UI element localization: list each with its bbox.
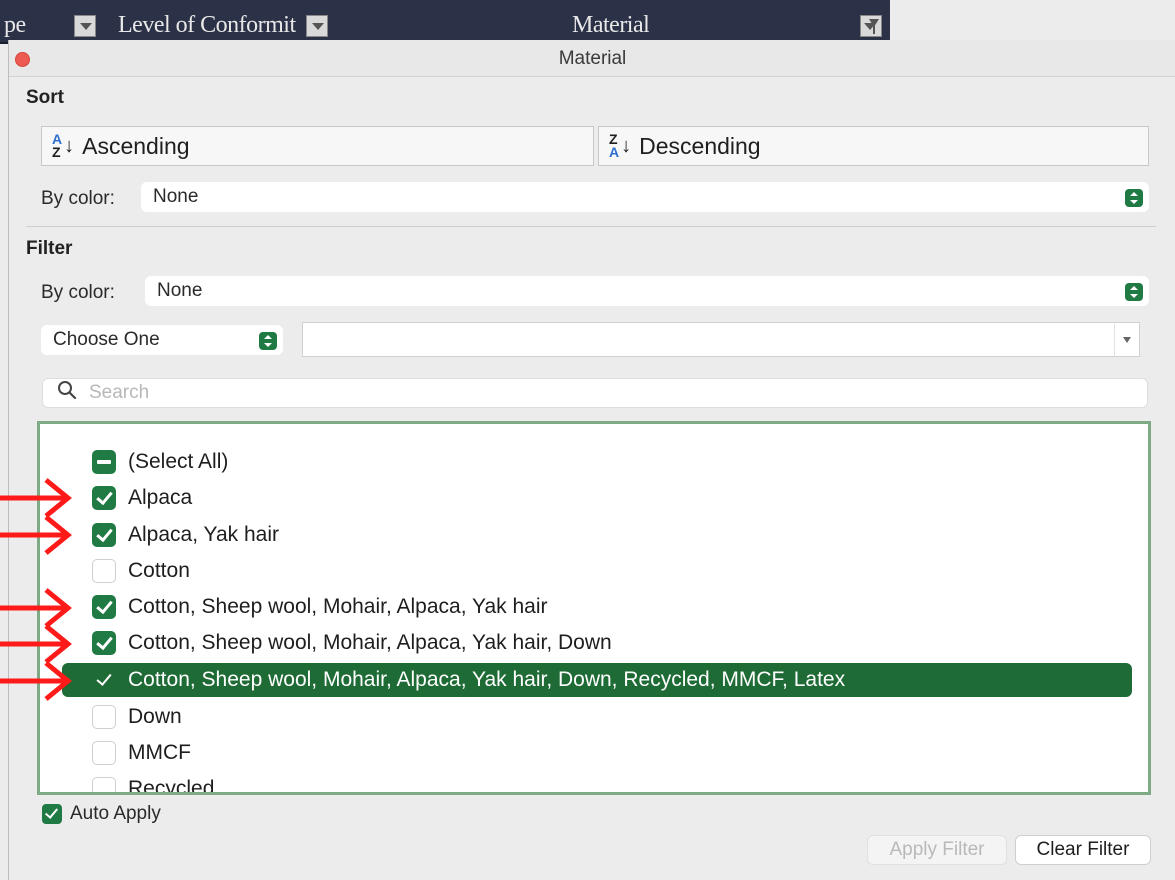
checkbox-checked[interactable] <box>42 804 62 824</box>
list-item-label: Alpaca <box>128 486 193 509</box>
search-icon <box>57 380 77 406</box>
list-item-selected[interactable]: Cotton, Sheep wool, Mohair, Alpaca, Yak … <box>62 663 1132 697</box>
checkbox-checked[interactable] <box>92 486 116 510</box>
list-item-label: Cotton <box>128 559 190 582</box>
sort-by-color-value: None <box>153 186 199 207</box>
spreadsheet-header-row: pe Level of Conformit Material <box>0 0 890 44</box>
annotation-arrow-icon <box>0 588 72 628</box>
list-item-label: Recycled <box>128 777 215 795</box>
auto-apply-toggle[interactable]: Auto Apply <box>42 803 161 825</box>
checkbox-checked[interactable] <box>92 595 116 619</box>
chevron-down-icon[interactable] <box>1114 322 1140 357</box>
select-stepper-icon <box>1125 189 1143 207</box>
popover-title: Material <box>558 48 627 69</box>
list-item[interactable]: Alpaca <box>62 481 192 515</box>
filter-by-color-value: None <box>157 280 203 301</box>
sort-descending-label: Descending <box>639 132 761 159</box>
column-filter-dropdown-button[interactable] <box>74 15 96 37</box>
annotation-arrow-icon <box>0 624 72 664</box>
filter-values-list[interactable]: (Select All) Alpaca Alpaca, Yak hair Cot… <box>37 421 1151 795</box>
search-input[interactable]: Search <box>42 378 1148 408</box>
checkbox-checked[interactable] <box>92 668 116 692</box>
funnel-icon <box>869 19 879 34</box>
list-item-label: Cotton, Sheep wool, Mohair, Alpaca, Yak … <box>128 595 548 618</box>
sort-by-color-select[interactable]: None <box>141 182 1149 212</box>
list-item[interactable]: Alpaca, Yak hair <box>62 518 279 552</box>
list-item-label: Alpaca, Yak hair <box>128 523 279 546</box>
annotation-arrow-icon <box>0 515 72 555</box>
list-item-label: Cotton, Sheep wool, Mohair, Alpaca, Yak … <box>128 668 846 691</box>
list-item[interactable]: Recycled <box>62 772 215 795</box>
sort-ascending-button[interactable]: A Z ↓ Ascending <box>41 126 594 166</box>
list-item-label: MMCF <box>128 741 191 764</box>
checkbox-checked[interactable] <box>92 631 116 655</box>
select-stepper-icon <box>1125 283 1143 301</box>
sort-descending-button[interactable]: Z A ↓ Descending <box>598 126 1149 166</box>
filter-condition-value: Choose One <box>53 329 160 350</box>
checkbox-unchecked[interactable] <box>92 741 116 765</box>
checkbox-unchecked[interactable] <box>92 777 116 792</box>
sort-z-to-a-icon: Z A ↓ <box>609 131 632 160</box>
clear-filter-button[interactable]: Clear Filter <box>1015 835 1151 865</box>
list-item-select-all[interactable]: (Select All) <box>62 445 228 479</box>
checkbox-checked[interactable] <box>92 523 116 547</box>
filter-section-label: Filter <box>26 238 73 259</box>
conformity-filter-dropdown-button[interactable] <box>306 15 328 37</box>
search-placeholder: Search <box>89 382 150 403</box>
filter-by-color-label: By color: <box>41 282 115 303</box>
checkbox-mixed[interactable] <box>92 450 116 474</box>
apply-filter-button[interactable]: Apply Filter <box>867 835 1007 865</box>
list-item[interactable]: Cotton <box>62 554 190 588</box>
list-item-label: (Select All) <box>128 450 229 473</box>
sort-ascending-label: Ascending <box>82 132 190 159</box>
annotation-arrow-icon <box>0 661 72 701</box>
list-item[interactable]: MMCF <box>62 736 191 770</box>
filter-by-color-select[interactable]: None <box>145 276 1149 306</box>
sort-section-label: Sort <box>26 87 64 108</box>
filter-condition-select[interactable]: Choose One <box>41 325 283 355</box>
popover-titlebar: Material <box>9 40 1175 77</box>
select-stepper-icon <box>259 332 277 350</box>
column-header-partial: pe <box>4 12 26 38</box>
list-item-label: Cotton, Sheep wool, Mohair, Alpaca, Yak … <box>128 631 612 654</box>
auto-apply-label: Auto Apply <box>70 803 161 824</box>
list-item[interactable]: Cotton, Sheep wool, Mohair, Alpaca, Yak … <box>62 626 612 660</box>
material-filter-active-button[interactable] <box>860 15 882 37</box>
checkbox-unchecked[interactable] <box>92 705 116 729</box>
list-item[interactable]: Cotton, Sheep wool, Mohair, Alpaca, Yak … <box>62 590 547 624</box>
list-item-label: Down <box>128 705 182 728</box>
list-item[interactable]: Down <box>62 700 182 734</box>
section-divider <box>26 226 1156 227</box>
filter-condition-value-input[interactable] <box>302 322 1140 357</box>
sort-by-color-label: By color: <box>41 188 115 209</box>
checkbox-unchecked[interactable] <box>92 559 116 583</box>
sort-a-to-z-icon: A Z ↓ <box>52 131 75 160</box>
column-header-material: Material <box>572 12 650 38</box>
filter-popover: Material Sort A Z ↓ Ascending Z A ↓ Descendi… <box>8 40 1175 880</box>
column-header-level-of-conformity: Level of Conformit <box>118 12 296 38</box>
annotation-arrow-icon <box>0 478 72 518</box>
